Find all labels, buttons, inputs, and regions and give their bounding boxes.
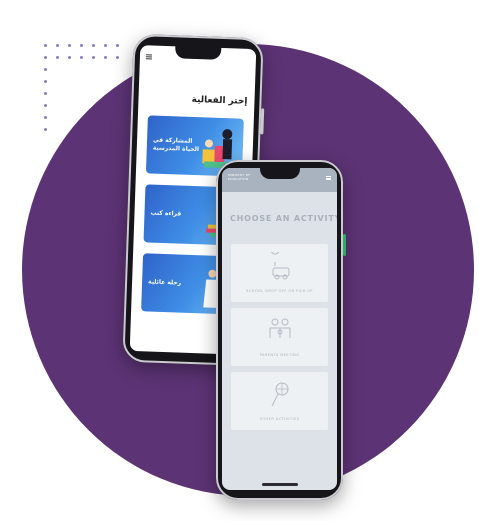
- option-school-drop-off[interactable]: SCHOOL DROP OFF OR PICK UP: [231, 244, 328, 302]
- option-parents-meeting[interactable]: PARENTS MEETING: [231, 308, 328, 366]
- phone-notch: [174, 45, 222, 60]
- option-label: SCHOOL DROP OFF OR PICK UP: [246, 289, 313, 293]
- option-label: PARENTS MEETING: [259, 353, 300, 357]
- phone-notch: [259, 167, 300, 179]
- power-button: [343, 234, 346, 256]
- option-label: OTHER ACTIVITIES: [259, 417, 300, 421]
- front-phone: MINISTRY OF EDUCATION CHOOSE AN ACTIVITY…: [216, 160, 346, 500]
- home-indicator: [261, 483, 298, 486]
- page-title: CHOOSE AN ACTIVITY: [230, 214, 337, 223]
- page-title: إختر الفعالية: [191, 94, 248, 107]
- card-label: المشاركة في الحياة المدرسية: [152, 136, 200, 154]
- card-label: قراءة كتب: [150, 209, 182, 218]
- option-other-activities[interactable]: OTHER ACTIVITIES: [231, 372, 328, 430]
- front-phone-screen: MINISTRY OF EDUCATION CHOOSE AN ACTIVITY…: [222, 168, 337, 490]
- card-label: رحلة عائلية: [147, 278, 182, 287]
- hamburger-icon[interactable]: [326, 176, 331, 180]
- hamburger-icon[interactable]: [145, 54, 153, 60]
- family-icon: [269, 318, 290, 338]
- car-location-icon: [270, 252, 289, 280]
- basketball-icon: [271, 382, 288, 407]
- decorative-dot-grid: [44, 44, 144, 134]
